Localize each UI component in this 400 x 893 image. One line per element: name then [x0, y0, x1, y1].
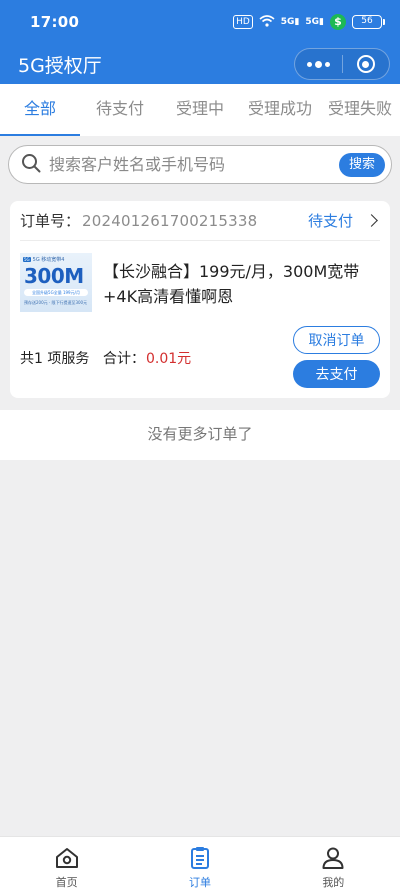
- product-image: 5G 5G 移动宽带4 300M 全国升级5G全量 199元/月 预存送200元 …: [20, 253, 92, 312]
- total-label: 合计：: [103, 351, 145, 367]
- product-image-top-text: 5G 移动宽带4: [32, 257, 65, 263]
- more-dot-icon: [314, 60, 322, 68]
- order-status-tabs: 全部 待支付 受理中 受理成功 受理失败: [0, 84, 400, 136]
- hd-icon: HD: [233, 15, 253, 29]
- search-button[interactable]: 搜索: [339, 152, 385, 177]
- cancel-order-button[interactable]: 取消订单: [293, 326, 380, 354]
- miniprogram-capsule: [294, 48, 390, 80]
- battery-icon: 56: [352, 15, 385, 29]
- tabbar-item-home[interactable]: 首页: [0, 837, 133, 893]
- total-price: 0.01元: [146, 351, 192, 367]
- user-icon: [322, 847, 344, 869]
- no-more-orders-text: 没有更多订单了: [0, 410, 400, 460]
- tab-pending-payment[interactable]: 待支付: [80, 84, 160, 136]
- chevron-right-icon: [365, 214, 378, 227]
- tabbar-label-orders: 订单: [188, 876, 211, 889]
- pay-button[interactable]: 去支付: [293, 360, 380, 388]
- order-header[interactable]: 订单号： 20240126170021​5338 待支付: [20, 201, 380, 241]
- product-image-banner: 全国升级5G全量 199元/月: [24, 289, 88, 296]
- wifi-icon: [259, 14, 275, 30]
- search-icon: [21, 153, 41, 177]
- more-dot-icon: [324, 61, 330, 67]
- status-icons: HD 5G▮ 5G▮ $ 56: [233, 14, 385, 30]
- tab-processing[interactable]: 受理中: [160, 84, 240, 136]
- target-icon: [356, 55, 375, 73]
- status-time: 17:00: [30, 13, 80, 31]
- bottom-tab-bar: 首页 订单 我的: [0, 836, 400, 893]
- close-miniprogram-button[interactable]: [343, 49, 390, 79]
- product-image-speed: 300M: [24, 264, 84, 288]
- signal-icon: 5G▮: [280, 17, 300, 27]
- tabbar-item-mine[interactable]: 我的: [267, 837, 400, 893]
- dollar-icon: $: [330, 14, 346, 30]
- status-bar: 17:00 HD 5G▮ 5G▮ $ 56: [0, 0, 400, 44]
- signal-label-2: 5G: [305, 17, 320, 27]
- tab-all[interactable]: 全部: [0, 84, 80, 136]
- order-number-label: 订单号：: [20, 212, 81, 230]
- product-image-footer: 预存送200元 · 限下行提速至300元: [24, 300, 88, 305]
- tab-failed[interactable]: 受理失败: [320, 84, 400, 136]
- signal-icon-2: 5G▮: [305, 17, 324, 27]
- order-number: 20240126170021​5338: [82, 211, 258, 230]
- search-bar: 搜索: [8, 145, 392, 184]
- more-dot-icon: [306, 61, 312, 67]
- search-input[interactable]: [49, 155, 339, 174]
- product-name: 【长沙融合】199元/月，300M宽带+4K高清看懂啊恩: [103, 262, 360, 306]
- page-title: 5G授权厅: [18, 54, 102, 77]
- home-icon: [55, 848, 78, 868]
- tab-success[interactable]: 受理成功: [240, 84, 320, 136]
- clipboard-icon: [190, 847, 209, 869]
- tabbar-label-home: 首页: [55, 876, 78, 889]
- service-count: 共1 项服务: [20, 351, 90, 367]
- order-status-badge: 待支付: [307, 212, 353, 230]
- product-image-header: 5G 5G 移动宽带4: [23, 257, 65, 263]
- nav-bar: 5G授权厅: [0, 44, 400, 84]
- signal-label: 5G: [280, 17, 295, 27]
- tabbar-item-orders[interactable]: 订单: [133, 837, 266, 893]
- more-button[interactable]: [295, 49, 342, 79]
- tabbar-label-mine: 我的: [322, 876, 345, 889]
- order-card[interactable]: 订单号： 20240126170021​5338 待支付 5G 5G 移动宽带4 …: [10, 201, 390, 398]
